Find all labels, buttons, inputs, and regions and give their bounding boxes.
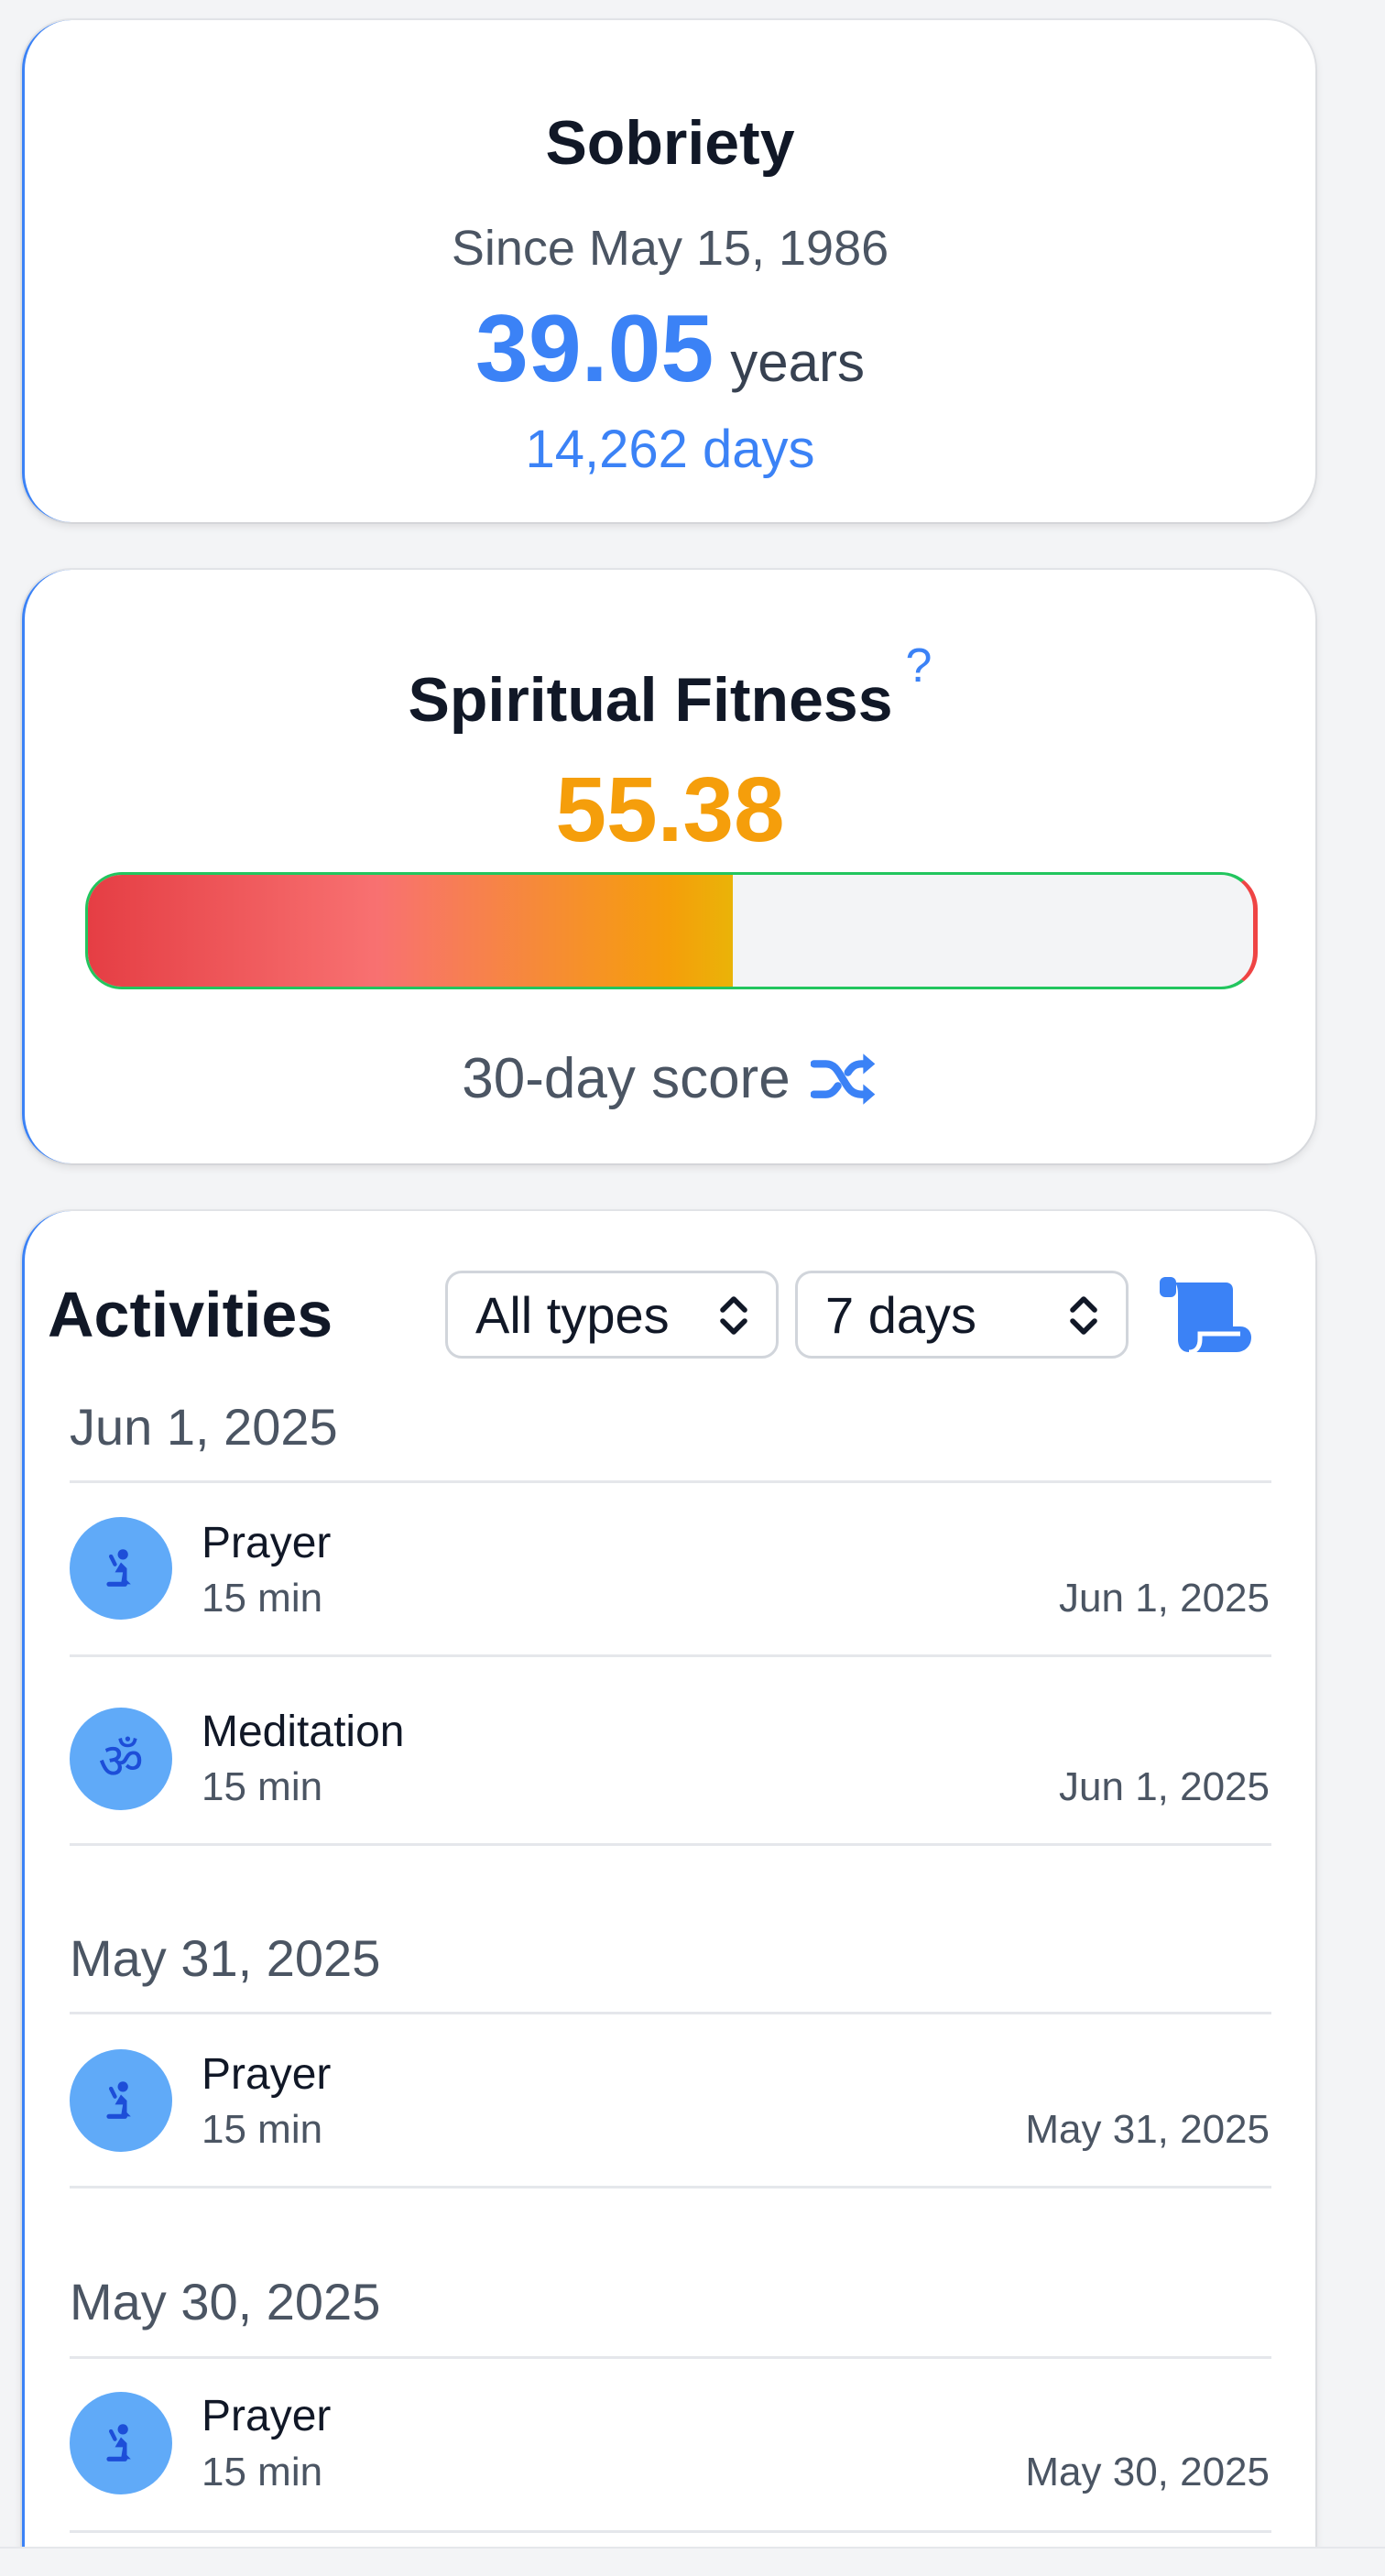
fitness-title: Spiritual Fitness	[408, 665, 893, 735]
chevron-up-down-icon	[1070, 1296, 1097, 1335]
date-group-header: May 30, 2025	[70, 2273, 381, 2330]
sobriety-years: 39.05 years	[25, 295, 1315, 404]
activities-title: Activities	[48, 1279, 333, 1350]
date-group-header: Jun 1, 2025	[70, 1398, 338, 1456]
activity-range-select-value: 7 days	[825, 1285, 976, 1344]
fitness-score-bar	[85, 872, 1258, 989]
praying-figure-icon	[106, 2081, 131, 2119]
praying-icon	[70, 1517, 172, 1620]
praying-figure-icon	[106, 2424, 131, 2461]
praying-figure-icon	[106, 1549, 131, 1587]
sobriety-card: Sobriety Since May 15, 1986 39.05 years …	[22, 20, 1315, 522]
om-icon: ॐ	[70, 1708, 172, 1810]
spiritual-fitness-card: Spiritual Fitness ? 55.38 30-day score	[22, 570, 1315, 1163]
om-glyph: ॐ	[98, 1732, 144, 1790]
activity-name: Prayer	[202, 1519, 332, 1567]
activity-duration: 15 min	[202, 1576, 323, 1621]
sobriety-since-date: Since May 15, 1986	[451, 221, 889, 276]
activity-name: Prayer	[202, 2050, 332, 2099]
help-icon[interactable]: ?	[906, 639, 932, 693]
activity-name: Meditation	[202, 1708, 405, 1756]
activity-name: Prayer	[202, 2392, 332, 2440]
activity-type-select-value: All types	[475, 1285, 670, 1344]
fitness-caption: 30-day score	[462, 1047, 791, 1110]
sobriety-years-value: 39.05	[475, 296, 714, 402]
praying-icon	[70, 2049, 172, 2152]
divider	[70, 1654, 1271, 1657]
fitness-title-row: Spiritual Fitness ?	[25, 639, 1315, 736]
fitness-score: 55.38	[555, 759, 785, 861]
activity-date: Jun 1, 2025	[1059, 1576, 1270, 1621]
chevron-up-down-icon	[720, 1296, 747, 1335]
activity-duration: 15 min	[202, 2450, 323, 2494]
divider	[70, 1843, 1271, 1846]
activity-duration: 15 min	[202, 1764, 323, 1809]
divider	[70, 2012, 1271, 2014]
divider	[70, 2356, 1271, 2359]
shuffle-icon[interactable]	[810, 1050, 878, 1108]
date-group-header: May 31, 2025	[70, 1929, 381, 1987]
sobriety-years-unit: years	[730, 332, 865, 393]
praying-icon	[70, 2392, 172, 2494]
activity-date: Jun 1, 2025	[1059, 1764, 1270, 1809]
bottom-edge	[0, 2547, 1385, 2576]
fitness-score-bar-fill	[88, 875, 734, 987]
activity-range-select[interactable]: 7 days	[795, 1271, 1129, 1359]
activity-type-select[interactable]: All types	[445, 1271, 779, 1359]
divider	[70, 1480, 1271, 1483]
sobriety-days: 14,262 days	[525, 420, 815, 479]
activity-date: May 31, 2025	[1025, 2107, 1270, 2152]
scroll-icon[interactable]	[1156, 1272, 1259, 1359]
divider	[70, 2530, 1271, 2533]
sobriety-title: Sobriety	[545, 108, 795, 178]
activity-duration: 15 min	[202, 2107, 323, 2152]
app-page: Sobriety Since May 15, 1986 39.05 years …	[0, 0, 1385, 2576]
fitness-caption-row: 30-day score	[25, 1046, 1315, 1111]
activity-date: May 30, 2025	[1025, 2450, 1270, 2494]
divider	[70, 2186, 1271, 2189]
